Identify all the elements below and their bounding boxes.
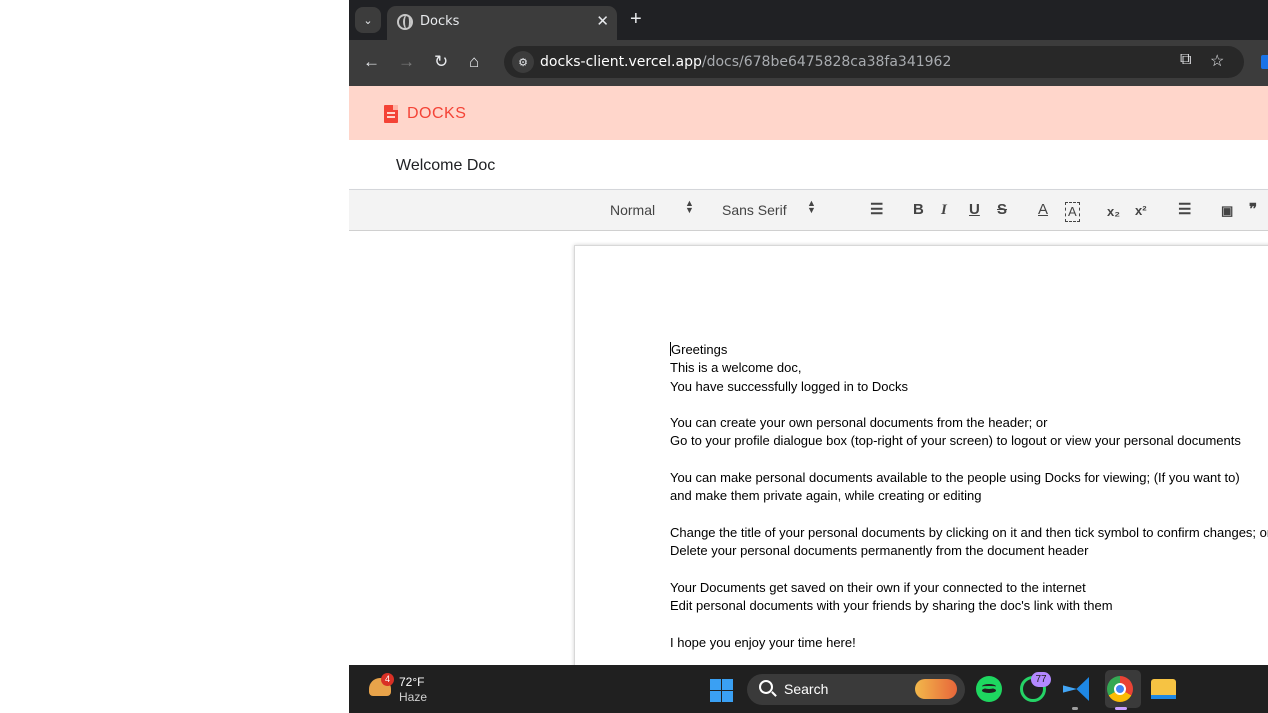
- font-picker-arrows-icon[interactable]: ▲ ▼: [807, 199, 816, 215]
- document-title[interactable]: Welcome Doc: [396, 157, 495, 175]
- document-line[interactable]: [670, 615, 1268, 633]
- tab-search-chevron-icon[interactable]: ⌄: [355, 7, 381, 33]
- vscode-running-indicator: [1072, 707, 1078, 710]
- background-color-icon[interactable]: A: [1065, 202, 1080, 222]
- header-picker-arrows-icon[interactable]: ▲ ▼: [685, 199, 694, 215]
- address-bar[interactable]: ⚙ docks-client.vercel.app/docs/678be6475…: [504, 46, 1244, 78]
- home-icon[interactable]: ⌂: [469, 52, 479, 72]
- document-line[interactable]: and make them private again, while creat…: [670, 487, 1268, 505]
- site-info-tune-icon[interactable]: ⚙: [512, 51, 534, 73]
- url-host: docks-client.vercel.app: [540, 54, 702, 70]
- document-page[interactable]: Greetings This is a welcome doc, You have …: [574, 245, 1268, 705]
- document-logo-icon: [384, 105, 398, 123]
- document-line[interactable]: Change the title of your personal docume…: [670, 524, 1268, 542]
- taskbar-search-box[interactable]: Search: [747, 674, 965, 705]
- document-line[interactable]: Greetings: [670, 341, 1268, 359]
- text-color-icon[interactable]: A: [1038, 201, 1048, 219]
- image-icon[interactable]: ▣: [1221, 202, 1233, 220]
- superscript-button[interactable]: x²: [1135, 202, 1147, 220]
- install-app-icon[interactable]: ⧉: [1180, 51, 1191, 69]
- extension-icon[interactable]: [1261, 55, 1268, 69]
- windows-start-icon[interactable]: [710, 679, 733, 702]
- align-left-icon[interactable]: ☰: [1178, 201, 1191, 219]
- document-line[interactable]: [670, 506, 1268, 524]
- document-line[interactable]: Edit personal documents with your friend…: [670, 597, 1268, 615]
- document-line[interactable]: You can create your own personal documen…: [670, 414, 1268, 432]
- document-line[interactable]: You can make personal documents availabl…: [670, 469, 1268, 487]
- new-tab-plus-icon[interactable]: +: [630, 7, 642, 31]
- subscript-button[interactable]: x₂: [1107, 203, 1120, 221]
- document-title-bar: Welcome Doc: [349, 140, 1268, 190]
- vscode-icon[interactable]: [1063, 677, 1089, 701]
- app-header: DOCKS: [349, 86, 1268, 140]
- weather-condition: Haze: [399, 690, 428, 704]
- document-editor-content[interactable]: Greetings This is a welcome doc, You have …: [670, 341, 1268, 652]
- taskbar-search-label: Search: [784, 681, 829, 697]
- document-area: Greetings This is a welcome doc, You have …: [349, 231, 1268, 705]
- browser-window: ⌄ Docks ✕ + ← → ↻ ⌂ ⚙ docks-client.verce…: [349, 0, 1268, 713]
- spotify-icon[interactable]: [976, 676, 1002, 702]
- document-line[interactable]: [670, 451, 1268, 469]
- url-path: /docs/678be6475828ca38fa341962: [701, 54, 952, 70]
- brand-logo-text[interactable]: DOCKS: [407, 105, 466, 123]
- weather-temperature: 72°F: [399, 675, 425, 689]
- reload-icon[interactable]: ↻: [434, 52, 448, 72]
- back-arrow-icon[interactable]: ←: [363, 52, 380, 72]
- forward-arrow-icon[interactable]: →: [398, 52, 415, 72]
- header-size-picker[interactable]: Normal: [610, 202, 655, 218]
- document-line[interactable]: Go to your profile dialogue box (top-rig…: [670, 432, 1268, 450]
- bookmark-star-icon[interactable]: ☆: [1210, 51, 1224, 71]
- search-icon: [759, 680, 773, 694]
- chrome-icon[interactable]: [1107, 676, 1133, 702]
- globe-icon: [397, 14, 413, 30]
- document-line[interactable]: This is a welcome doc,: [670, 359, 1268, 377]
- url-text[interactable]: docks-client.vercel.app/docs/678be647582…: [540, 54, 951, 70]
- document-line[interactable]: I hope you enjoy your time here!: [670, 634, 1268, 652]
- tab-title: Docks: [420, 14, 460, 29]
- strikethrough-button[interactable]: S: [997, 201, 1007, 219]
- bullet-list-icon[interactable]: ☰: [870, 201, 883, 219]
- chrome-running-indicator: [1115, 707, 1127, 710]
- editor-toolbar: Normal ▲ ▼ Sans Serif ▲ ▼ ☰ B I U S A A x₂…: [349, 190, 1268, 231]
- tab-strip: ⌄ Docks ✕ +: [349, 0, 1268, 40]
- italic-button[interactable]: I: [941, 201, 947, 219]
- file-explorer-icon[interactable]: [1151, 679, 1176, 699]
- browser-toolbar: ← → ↻ ⌂ ⚙ docks-client.vercel.app/docs/6…: [349, 40, 1268, 86]
- tab-close-icon[interactable]: ✕: [596, 12, 609, 30]
- browser-tab-active[interactable]: Docks ✕: [387, 6, 617, 40]
- document-line-text: Greetings: [671, 342, 728, 357]
- weather-badge: 4: [381, 673, 394, 686]
- bold-button[interactable]: B: [913, 201, 924, 219]
- document-line[interactable]: Your Documents get saved on their own if…: [670, 579, 1268, 597]
- underline-button[interactable]: U: [969, 201, 980, 219]
- font-family-picker[interactable]: Sans Serif: [722, 202, 787, 218]
- document-line[interactable]: Delete your personal documents permanent…: [670, 542, 1268, 560]
- document-line[interactable]: [670, 396, 1268, 414]
- document-line[interactable]: You have successfully logged in to Docks: [670, 378, 1268, 396]
- search-highlight-pizza-icon: [915, 679, 957, 699]
- windows-taskbar: 4 72°F Haze Search 77: [349, 665, 1268, 713]
- whatsapp-badge: 77: [1031, 672, 1051, 687]
- document-line[interactable]: [670, 561, 1268, 579]
- blockquote-button[interactable]: ❞: [1249, 201, 1257, 219]
